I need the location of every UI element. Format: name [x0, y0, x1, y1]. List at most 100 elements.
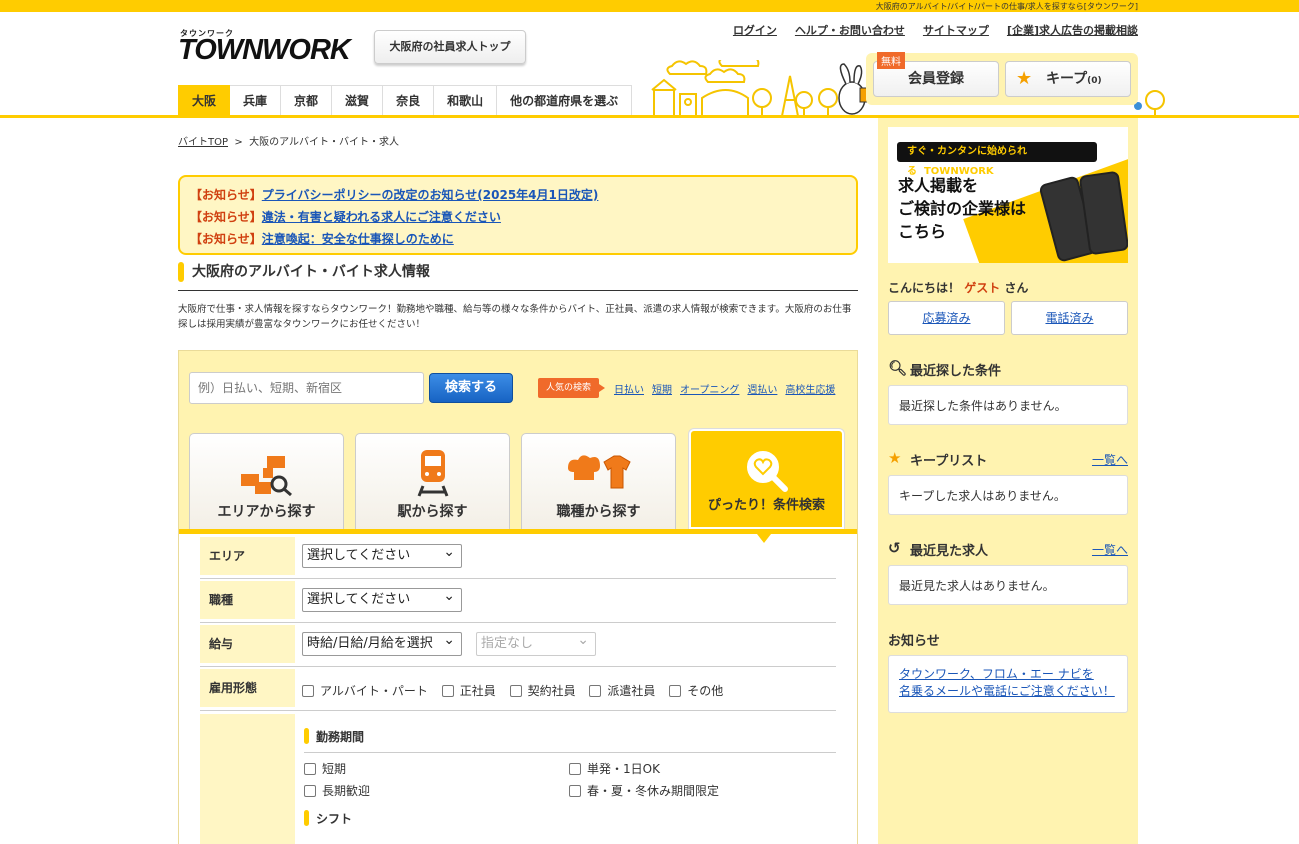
news-link-line: 名乗るメールや電話にご注意ください！ — [899, 684, 1115, 698]
keep-button[interactable]: ★ キープ(0) — [1005, 61, 1131, 97]
job-label: 職種 — [200, 581, 295, 619]
header-links: ログイン ヘルプ・お問い合わせ サイトマップ [企業]求人広告の掲載相談 — [733, 22, 1138, 38]
checkbox-icon — [304, 784, 316, 797]
keep-list-heading: ★ キープリスト — [888, 449, 987, 469]
employment-checkbox[interactable]: アルバイト・パート — [302, 682, 428, 699]
banner-line: こちら — [898, 222, 947, 241]
shift-heading: シフト — [304, 810, 352, 827]
popular-link-opening[interactable]: オープニング — [680, 381, 739, 396]
pref-tab-nara[interactable]: 奈良 — [383, 85, 435, 116]
star-icon: ★ — [888, 449, 902, 467]
form-row-area: エリア 選択してください — [200, 534, 836, 579]
history-icon: ↺ — [888, 539, 901, 557]
townwork-logo[interactable]: タウンワーク TOWNWORK — [178, 28, 352, 66]
free-badge: 無料 — [877, 52, 905, 69]
recently-viewed-more-link[interactable]: 一覧へ — [1092, 541, 1128, 558]
period-checkbox[interactable]: 長期歓迎 — [304, 782, 370, 799]
employment-checkbox[interactable]: 正社員 — [441, 682, 496, 699]
advertise-link[interactable]: [企業]求人広告の掲載相談 — [1007, 22, 1138, 38]
help-link[interactable]: ヘルプ・お問い合わせ — [795, 22, 905, 38]
salary-type-select[interactable]: 時給/日給/月給を選択 — [302, 629, 462, 656]
area-select[interactable]: 選択してください — [302, 541, 462, 568]
checkbox-label: 派遣社員 — [607, 684, 656, 698]
extra-conditions-label-cell — [200, 714, 295, 844]
banner-line: ご検討の企業様は — [898, 199, 1027, 218]
section-description: 大阪府で仕事・求人情報を探すならタウンワーク！勤務地や職種、給与等の様々な条件か… — [178, 304, 852, 330]
login-link[interactable]: ログイン — [733, 22, 777, 38]
notice-item: 【お知らせ】プライバシーポリシーの改定のお知らせ(2025年4月1日改定) — [190, 184, 846, 206]
employment-checkbox[interactable]: その他 — [669, 682, 723, 699]
popular-search-links: 日払い 短期 オープニング 週払い 高校生応援 — [614, 381, 835, 396]
heart-search-icon — [746, 451, 788, 492]
checkbox-label: 春・夏・冬休み期間限定 — [587, 784, 720, 798]
notice-link[interactable]: 注意喚起：安全な仕事探しのために — [262, 232, 454, 246]
sidebar: すぐ・カンタンに始められる TOWNWORK 求人掲載を ご検討の企業様は こち… — [878, 118, 1138, 844]
tab-condition-search[interactable]: ぴったり！条件検索 — [689, 429, 844, 529]
search-button[interactable]: 検索する — [429, 373, 513, 403]
news-box: タウンワーク、フロム・エー ナビを 名乗るメールや電話にご注意ください！ — [888, 655, 1128, 713]
keep-list-box: キープした求人はありません。 — [888, 475, 1128, 515]
keep-count: (0) — [1087, 76, 1102, 86]
pref-tab-other[interactable]: 他の都道府県を選ぶ — [497, 85, 633, 116]
popular-link-high-school[interactable]: 高校生応援 — [785, 381, 835, 396]
applied-button[interactable]: 応募済み — [888, 301, 1005, 335]
recently-viewed-box: 最近見た求人はありません。 — [888, 565, 1128, 605]
popular-link-weekly-pay[interactable]: 週払い — [747, 381, 777, 396]
tagline: 大阪府のアルバイト/バイト/パートの仕事/求人を探すなら[タウンワーク] — [875, 2, 1138, 11]
checkbox-icon — [669, 684, 682, 697]
pref-tab-shiga[interactable]: 滋賀 — [332, 85, 384, 116]
top-bar: 大阪府のアルバイト/バイト/パートの仕事/求人を探すなら[タウンワーク] — [0, 0, 1299, 12]
map-search-icon — [240, 456, 292, 496]
period-checkbox[interactable]: 短期 — [304, 760, 346, 777]
period-checkbox[interactable]: 春・夏・冬休み期間限定 — [569, 782, 719, 799]
recently-viewed-title: 最近見た求人 — [910, 544, 989, 559]
pref-tab-kyoto[interactable]: 京都 — [281, 85, 333, 116]
keep-list-more-link[interactable]: 一覧へ — [1092, 451, 1128, 468]
logo-text: TOWNWORK — [178, 34, 351, 66]
employment-checkbox[interactable]: 派遣社員 — [589, 682, 655, 699]
notice-tag: 【お知らせ】 — [190, 210, 262, 224]
tab-station-search[interactable]: 駅から探す — [355, 433, 510, 529]
banner-text: 求人掲載を ご検討の企業様は こちら — [898, 174, 1026, 243]
notice-item: 【お知らせ】注意喚起：安全な仕事探しのために — [190, 228, 846, 250]
recent-search-title: 最近探した条件 — [910, 364, 1002, 379]
pref-tab-hyogo[interactable]: 兵庫 — [230, 85, 282, 116]
checkbox-icon — [569, 762, 581, 775]
prefecture-tabs: 大阪 兵庫 京都 滋賀 奈良 和歌山 他の都道府県を選ぶ — [178, 85, 633, 116]
employment-checkbox[interactable]: 契約社員 — [509, 682, 576, 699]
keyword-search-input[interactable] — [189, 372, 424, 404]
regular-jobs-top-button[interactable]: 大阪府の社員求人トップ — [374, 30, 526, 64]
salary-amount-select[interactable]: 指定なし — [476, 629, 596, 656]
pref-tab-osaka[interactable]: 大阪 — [178, 85, 231, 116]
job-select[interactable]: 選択してください — [302, 585, 462, 612]
form-row-job: 職種 選択してください — [200, 578, 836, 623]
news-link[interactable]: タウンワーク、フロム・エー ナビを 名乗るメールや電話にご注意ください！ — [899, 667, 1115, 698]
notice-item: 【お知らせ】違法・有害と疑われる求人にご注意ください — [190, 206, 846, 228]
period-divider — [304, 752, 836, 753]
recent-search-heading: 🔍︎ 最近探した条件 — [888, 359, 1002, 379]
news-link-line: タウンワーク、フロム・エー ナビを — [899, 667, 1094, 681]
popular-link-daily-pay[interactable]: 日払い — [614, 381, 644, 396]
checkbox-icon — [569, 784, 581, 797]
popular-search-label: 人気の検索 — [538, 378, 606, 398]
breadcrumb-home[interactable]: バイトTOP — [178, 137, 228, 148]
notice-link[interactable]: プライバシーポリシーの改定のお知らせ(2025年4月1日改定) — [262, 188, 599, 202]
tab-area-search[interactable]: エリアから探す — [189, 433, 344, 529]
period-checkbox[interactable]: 単発・1日OK — [569, 760, 660, 777]
employer-banner[interactable]: すぐ・カンタンに始められる TOWNWORK 求人掲載を ご検討の企業様は こち… — [888, 127, 1128, 263]
sitemap-link[interactable]: サイトマップ — [923, 22, 989, 38]
area-label: エリア — [200, 537, 295, 575]
notice-link[interactable]: 違法・有害と疑われる求人にご注意ください — [262, 210, 501, 224]
checkbox-label: 契約社員 — [527, 684, 576, 698]
period-heading: 勤務期間 — [304, 728, 364, 745]
condition-form: エリア 選択してください 職種 選択してください 給与 時給/日給/月給を選択 … — [179, 534, 857, 844]
chef-hat-icon — [567, 455, 631, 489]
called-button[interactable]: 電話済み — [1011, 301, 1128, 335]
train-icon — [417, 450, 448, 497]
pref-tab-wakayama[interactable]: 和歌山 — [434, 85, 498, 116]
notice-tag: 【お知らせ】 — [190, 188, 262, 202]
popular-link-short-term[interactable]: 短期 — [652, 381, 672, 396]
tab-station-label: 駅から探す — [397, 504, 468, 520]
news-heading: お知らせ — [888, 634, 940, 649]
tab-job-type-search[interactable]: 職種から探す — [521, 433, 676, 529]
